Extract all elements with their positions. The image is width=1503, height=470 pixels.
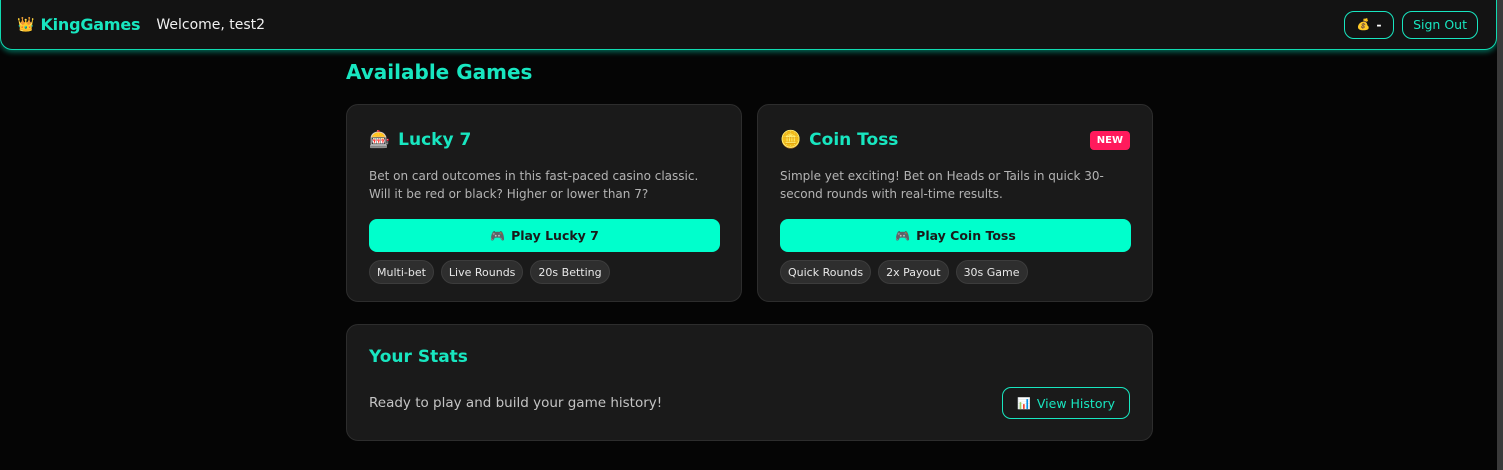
stats-title: Your Stats: [369, 347, 468, 367]
tag: Quick Rounds: [780, 260, 872, 284]
game-description: Simple yet exciting! Bet on Heads or Tai…: [780, 169, 1104, 201]
view-history-label: View History: [1036, 395, 1115, 411]
stats-row: Ready to play and build your game histor…: [369, 387, 1130, 419]
bar-chart-icon: 📊: [1017, 396, 1031, 410]
crown-icon: 👑: [17, 16, 35, 33]
play-button-label: Play Coin Toss: [916, 228, 1016, 243]
balance-button[interactable]: 💰 -: [1344, 10, 1395, 39]
section-title: Available Games: [346, 60, 533, 84]
stats-message: Ready to play and build your game histor…: [369, 395, 663, 411]
game-card-header: 🎰 Lucky 7: [369, 127, 719, 153]
brand-name: KingGames: [40, 15, 141, 34]
balance-value: -: [1376, 17, 1382, 32]
sign-out-button[interactable]: Sign Out: [1402, 10, 1478, 39]
game-card-coin-toss: 🪙 Coin Toss NEW Simple yet exciting! Bet…: [757, 104, 1153, 302]
view-history-button[interactable]: 📊 View History: [1002, 387, 1130, 419]
play-lucky-7-button[interactable]: 🎮 Play Lucky 7: [369, 219, 720, 252]
tag: 30s Game: [955, 260, 1028, 284]
money-bag-icon: 💰: [1356, 18, 1371, 31]
play-button-label: Play Lucky 7: [511, 228, 599, 243]
game-title: Lucky 7: [398, 130, 472, 150]
coin-icon: 🪙: [780, 129, 802, 150]
stats-card: Your Stats Ready to play and build your …: [346, 324, 1153, 441]
new-badge: NEW: [1089, 130, 1130, 150]
gamepad-icon: 🎮: [490, 228, 506, 243]
gamepad-icon: 🎮: [895, 228, 911, 243]
top-navbar: 👑 KingGames Welcome, test2 💰 - Sign Out: [0, 0, 1497, 50]
header-actions: 💰 - Sign Out: [1344, 10, 1478, 39]
game-tags: Multi-bet Live Rounds 20s Betting: [369, 260, 719, 284]
tag: Live Rounds: [440, 260, 524, 284]
tag: 2x Payout: [878, 260, 949, 284]
tag: 20s Betting: [530, 260, 610, 284]
scrollbar-thumb[interactable]: [1497, 0, 1503, 470]
slot-machine-icon: 🎰: [369, 129, 391, 150]
welcome-text: Welcome, test2: [156, 16, 266, 33]
game-description: Bet on card outcomes in this fast-paced …: [369, 169, 699, 201]
game-tags: Quick Rounds 2x Payout 30s Game: [780, 260, 1130, 284]
brand[interactable]: 👑 KingGames: [17, 15, 141, 34]
tag: Multi-bet: [369, 260, 434, 284]
game-card-lucky-7: 🎰 Lucky 7 Bet on card outcomes in this f…: [346, 104, 742, 302]
scrollbar[interactable]: [1497, 0, 1503, 470]
game-card-header: 🪙 Coin Toss NEW: [780, 127, 1130, 153]
game-title: Coin Toss: [809, 130, 899, 150]
play-coin-toss-button[interactable]: 🎮 Play Coin Toss: [780, 219, 1131, 252]
